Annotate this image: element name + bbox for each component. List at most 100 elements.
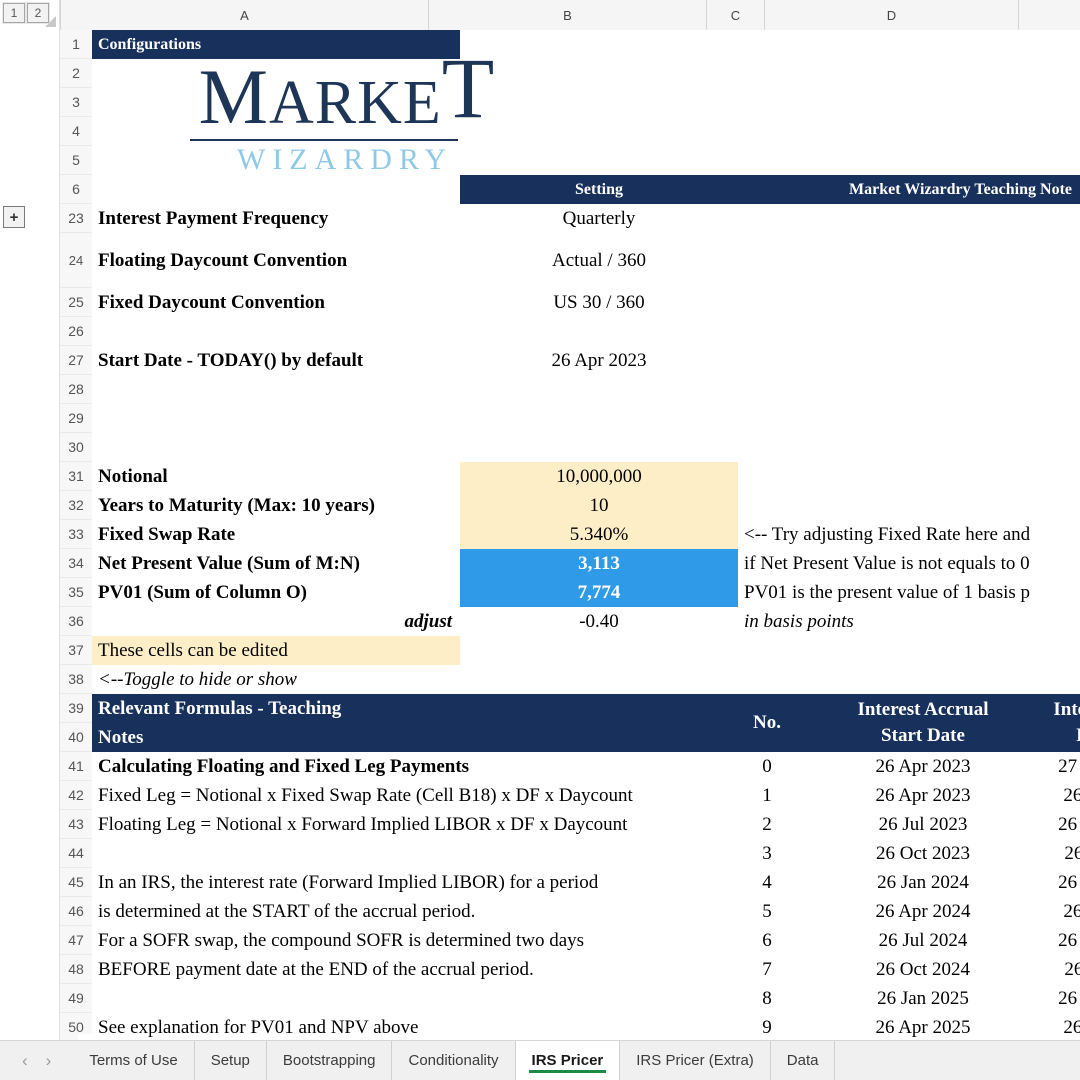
row-header-49[interactable]: 49	[60, 984, 92, 1013]
spreadsheet-app: 1 2 + ABCD 1 2 3 4 5 6 23 24 25 26 27 28 29 30 31 32 33 3…	[0, 0, 1080, 1080]
row-header-32[interactable]: 32	[60, 491, 92, 520]
sheet-tab-setup[interactable]: Setup	[194, 1041, 267, 1080]
previous-sheet-arrow-icon[interactable]: ‹	[22, 1052, 28, 1069]
column-header-c[interactable]: C	[707, 0, 765, 30]
notional-label: Notional	[98, 465, 168, 487]
teaching-note-3: in basis points	[744, 610, 854, 632]
adjust-label: adjust	[404, 610, 452, 632]
net-present-value-value[interactable]: 3,113	[460, 549, 738, 578]
outline-level-buttons: 1 2	[2, 2, 50, 24]
row-header-30[interactable]: 30	[60, 433, 92, 462]
logo-letters-arke: ARKE	[269, 69, 442, 137]
row-header-39[interactable]: 39	[60, 694, 92, 723]
row-header-47[interactable]: 47	[60, 926, 92, 955]
outline-gutter	[0, 0, 60, 1040]
schedule-row-9-no: 9	[762, 1016, 772, 1038]
outline-expand-button[interactable]: +	[3, 206, 25, 228]
config-label-0: Interest Payment Frequency	[98, 207, 329, 229]
column-header-b[interactable]: B	[429, 0, 707, 30]
row-header-40[interactable]: 40	[60, 723, 92, 752]
row-header-41[interactable]: 41	[60, 752, 92, 781]
select-all-corner[interactable]	[45, 0, 61, 30]
schedule-header-start-date: Interest Accrual Start Date	[796, 694, 1050, 752]
next-sheet-arrow-icon[interactable]: ›	[46, 1052, 52, 1069]
sheet-tab-conditionality[interactable]: Conditionality	[392, 1041, 516, 1080]
row-header-1[interactable]: 1	[60, 30, 92, 59]
column-header-a[interactable]: A	[61, 0, 429, 30]
row-header-46[interactable]: 46	[60, 897, 92, 926]
schedule-row-3-start-date: 26 Oct 2023	[876, 842, 970, 864]
schedule-row-9-start-date: 26 Apr 2025	[875, 1016, 971, 1038]
row-header-45[interactable]: 45	[60, 868, 92, 897]
outline-level-1-button[interactable]: 1	[3, 3, 25, 23]
net-present-value-label: Net Present Value (Sum of M:N)	[98, 552, 360, 574]
row-header-31[interactable]: 31	[60, 462, 92, 491]
sheet-tab-irs-pricer-extra[interactable]: IRS Pricer (Extra)	[620, 1041, 771, 1080]
schedule-row-0-end-date: 27 Ap	[1058, 755, 1080, 777]
row-header-44[interactable]: 44	[60, 839, 92, 868]
row-header-2[interactable]: 2	[60, 59, 92, 88]
sheet-tab-data[interactable]: Data	[770, 1041, 836, 1080]
row-header-4[interactable]: 4	[60, 117, 92, 146]
row-header-24[interactable]: 24	[60, 233, 92, 288]
row-header-43[interactable]: 43	[60, 810, 92, 839]
schedule-row-4-no: 4	[762, 871, 772, 893]
row-header-25[interactable]: 25	[60, 288, 92, 317]
schedule-row-3-end-date: 26 Ja	[1064, 842, 1080, 864]
config-value-2[interactable]: US 30 / 360	[460, 288, 738, 317]
column-header-bar: ABCD	[45, 0, 1080, 30]
row-header-26[interactable]: 26	[60, 317, 92, 346]
column-header-blank[interactable]	[1019, 0, 1080, 30]
config-label-3: Start Date - TODAY() by default	[98, 349, 364, 371]
schedule-row-5-no: 5	[762, 900, 772, 922]
row-header-27[interactable]: 27	[60, 346, 92, 375]
sheet-tab-irs-pricer[interactable]: IRS Pricer	[515, 1041, 621, 1080]
row-header-28[interactable]: 28	[60, 375, 92, 404]
toggle-hide-show-note: <--Toggle to hide or show	[98, 668, 297, 690]
sheet-tab-terms-of-use[interactable]: Terms of Use	[73, 1041, 195, 1080]
sheet-tab-bar: ‹ › Terms of Use Setup Bootstrapping Condit…	[0, 1040, 1080, 1080]
schedule-header-end-line1: Interes	[1053, 699, 1080, 721]
row-header-29[interactable]: 29	[60, 404, 92, 433]
editable-cells-note: These cells can be edited	[92, 636, 460, 665]
logo-divider	[190, 139, 458, 141]
formula-line-5: is determined at the START of the accrua…	[98, 900, 476, 922]
row-header-48[interactable]: 48	[60, 955, 92, 984]
row-header-23[interactable]: 23	[60, 204, 92, 233]
configurations-header-label: Configurations	[92, 30, 460, 59]
row-header-42[interactable]: 42	[60, 781, 92, 810]
row-header-5[interactable]: 5	[60, 146, 92, 175]
column-header-d[interactable]: D	[765, 0, 1019, 30]
schedule-row-7-end-date: 26 Ja	[1064, 958, 1080, 980]
schedule-row-7-start-date: 26 Oct 2024	[876, 958, 970, 980]
teaching-note-0: <-- Try adjusting Fixed Rate here and	[744, 523, 1031, 545]
row-header-6[interactable]: 6	[60, 175, 92, 204]
formula-line-7: BEFORE payment date at the END of the ac…	[98, 958, 534, 980]
formulas-header-line1: Relevant Formulas - Teaching	[92, 694, 738, 723]
row-header-36[interactable]: 36	[60, 607, 92, 636]
formula-line-2: Floating Leg = Notional x Forward Implie…	[98, 813, 628, 835]
pv01-value[interactable]: 7,774	[460, 578, 738, 607]
row-header-3[interactable]: 3	[60, 88, 92, 117]
logo-wordmark: MARKET	[199, 45, 496, 137]
schedule-row-6-start-date: 26 Jul 2024	[878, 929, 968, 951]
config-value-0[interactable]: Quarterly	[460, 204, 738, 233]
row-header-38[interactable]: 38	[60, 665, 92, 694]
teaching-note-header-label: Market Wizardry Teaching Note	[738, 175, 1080, 204]
adjust-value[interactable]: -0.40	[460, 607, 738, 636]
row-header-37[interactable]: 37	[60, 636, 92, 665]
row-header-35[interactable]: 35	[60, 578, 92, 607]
config-value-3[interactable]: 26 Apr 2023	[460, 346, 738, 375]
row-header-33[interactable]: 33	[60, 520, 92, 549]
schedule-row-6-no: 6	[762, 929, 772, 951]
fixed-swap-rate-value[interactable]: 5.340%	[460, 520, 738, 549]
schedule-row-7-no: 7	[762, 958, 772, 980]
row-header-34[interactable]: 34	[60, 549, 92, 578]
notional-value[interactable]: 10,000,000	[460, 462, 738, 491]
years-to-maturity-value[interactable]: 10	[460, 491, 738, 520]
cell-grid: MARKET WIZARDRY Configurations Setting M…	[92, 30, 1080, 1040]
schedule-header-start-line2: Start Date	[881, 725, 965, 746]
sheet-tab-bootstrapping[interactable]: Bootstrapping	[266, 1041, 393, 1080]
schedule-row-1-start-date: 26 Apr 2023	[875, 784, 971, 806]
config-value-1[interactable]: Actual / 360	[460, 233, 738, 288]
